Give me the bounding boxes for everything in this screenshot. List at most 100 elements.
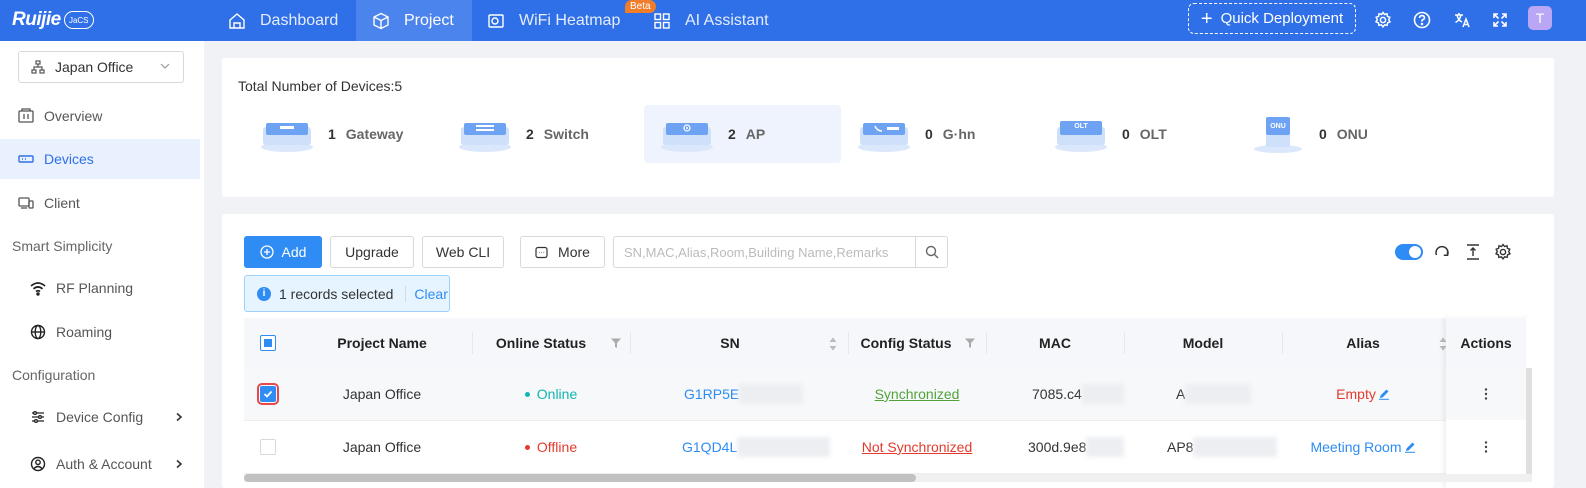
- project-name-cell: Japan Office: [342, 386, 422, 402]
- table-header: Project Name Online Status SN Config Sta…: [244, 318, 1532, 368]
- refresh-icon[interactable]: [1432, 242, 1452, 262]
- ap-device-icon: [661, 123, 713, 152]
- onu-device-icon: ONU: [1254, 117, 1302, 153]
- overview-icon: [16, 106, 36, 126]
- sidebar-item-rf-planning[interactable]: RF Planning: [0, 268, 200, 308]
- sidebar-item-device-config[interactable]: Device Config: [0, 397, 200, 437]
- select-all-checkbox[interactable]: [260, 335, 276, 351]
- column-model[interactable]: Model: [1124, 318, 1282, 368]
- ruijie-logo[interactable]: Ruijie JaCS: [12, 6, 112, 34]
- device-type-gateway[interactable]: 1 Gateway: [258, 105, 438, 163]
- sn-link[interactable]: G1QD4L: [682, 439, 737, 455]
- grid-icon: [654, 12, 670, 29]
- search-icon[interactable]: [915, 237, 947, 267]
- filter-icon[interactable]: [610, 337, 622, 349]
- mac-cell: 7085.c4: [986, 368, 1124, 420]
- export-icon[interactable]: [1463, 242, 1483, 262]
- user-avatar[interactable]: T: [1528, 6, 1552, 30]
- sidebar-item-devices[interactable]: Devices: [0, 139, 200, 179]
- sn-cell: G1QD4L: [630, 421, 830, 473]
- sidebar-item-auth-account[interactable]: Auth & Account: [0, 444, 200, 484]
- top-navigation-bar: Ruijie JaCS Dashboard Project WiFi Heatm…: [0, 0, 1586, 41]
- table-row[interactable]: Japan Office Offline G1QD4L Not Synchron…: [244, 421, 1532, 474]
- fullscreen-icon[interactable]: [1488, 8, 1512, 32]
- column-config-status[interactable]: Config Status: [848, 318, 964, 368]
- nav-dashboard[interactable]: Dashboard: [228, 0, 352, 41]
- column-mac[interactable]: MAC: [986, 318, 1124, 368]
- horizontal-scrollbar-thumb[interactable]: [244, 474, 916, 482]
- search-box: SN,MAC,Alias,Room,Building Name,Remarks: [613, 236, 948, 268]
- config-status-link[interactable]: Not Synchronized: [862, 439, 973, 455]
- column-actions: Actions: [1446, 318, 1526, 368]
- column-project-name[interactable]: Project Name: [292, 318, 472, 368]
- sidebar-item-client[interactable]: Client: [0, 183, 200, 223]
- search-input[interactable]: SN,MAC,Alias,Room,Building Name,Remarks: [614, 245, 915, 260]
- edit-pencil-icon[interactable]: [1404, 441, 1416, 453]
- redacted-mask: [739, 384, 804, 404]
- device-list-card: Add Upgrade Web CLI More SN,MAC,Alias,Ro…: [222, 214, 1554, 488]
- settings-icon[interactable]: [1371, 8, 1395, 32]
- more-button[interactable]: More: [520, 236, 605, 268]
- device-type-olt[interactable]: OLT 0 OLT: [1052, 105, 1232, 163]
- nav-ai-assistant[interactable]: AI Assistant: [653, 0, 783, 41]
- upgrade-button[interactable]: Upgrade: [330, 236, 414, 268]
- jacs-cloud-logo: JaCS: [63, 11, 94, 29]
- device-type-switch[interactable]: 2 Switch: [456, 105, 636, 163]
- site-name: Japan Office: [55, 59, 134, 75]
- plus-icon: +: [1200, 7, 1213, 30]
- column-alias[interactable]: Alias: [1282, 318, 1444, 368]
- device-summary-card: Total Number of Devices:5 1 Gateway 2 Sw…: [222, 58, 1554, 197]
- alias-cell: Meeting Room: [1282, 421, 1444, 473]
- redacted-mask: [1081, 384, 1124, 404]
- info-icon: i: [257, 286, 271, 301]
- chevron-right-icon: [176, 412, 183, 422]
- vertical-scrollbar[interactable]: [1526, 368, 1532, 474]
- more-vertical-icon: [1484, 441, 1488, 453]
- sort-icon[interactable]: [828, 336, 838, 352]
- config-status-link[interactable]: Synchronized: [875, 386, 960, 402]
- sliders-icon: [28, 407, 48, 427]
- quick-deployment-button[interactable]: + Quick Deployment: [1188, 3, 1356, 34]
- translate-icon[interactable]: [1450, 8, 1474, 32]
- sidebar-item-overview[interactable]: Overview: [0, 96, 200, 136]
- redacted-mask: [1086, 437, 1124, 457]
- sidebar-group-smart-simplicity: Smart Simplicity: [12, 238, 113, 254]
- row-actions-menu[interactable]: [1446, 421, 1526, 473]
- wifi-icon: [28, 278, 48, 298]
- row-actions-menu[interactable]: [1446, 368, 1526, 420]
- alias-cell: Empty: [1282, 368, 1444, 420]
- device-table: Project Name Online Status SN Config Sta…: [244, 318, 1532, 488]
- plus-circle-icon: [259, 245, 274, 259]
- actions-column: Actions: [1446, 318, 1532, 488]
- nav-wifi-heatmap[interactable]: WiFi Heatmap: [487, 0, 627, 41]
- sidebar-item-roaming[interactable]: Roaming: [0, 312, 200, 352]
- add-button[interactable]: Add: [244, 236, 322, 268]
- web-cli-button[interactable]: Web CLI: [422, 236, 504, 268]
- svg-text:ONU: ONU: [1270, 123, 1286, 130]
- horizontal-scrollbar[interactable]: [244, 474, 1532, 482]
- heatmap-icon: [488, 13, 504, 28]
- edit-pencil-icon[interactable]: [1378, 388, 1390, 400]
- help-icon[interactable]: [1410, 8, 1434, 32]
- network-icon: [31, 60, 45, 74]
- user-circle-icon: [28, 454, 48, 474]
- column-online-status[interactable]: Online Status: [472, 318, 610, 368]
- sn-link[interactable]: G1RP5E: [684, 386, 739, 402]
- select-all-cell: [244, 318, 292, 368]
- column-settings-icon[interactable]: [1493, 242, 1513, 262]
- device-type-ap[interactable]: 2 AP: [644, 105, 841, 163]
- online-status-cell: Offline: [472, 421, 630, 473]
- view-toggle-switch[interactable]: [1395, 244, 1423, 260]
- row-checkbox[interactable]: [260, 439, 276, 455]
- row-checkbox[interactable]: [257, 383, 279, 405]
- device-type-ghn[interactable]: 0 G·hn: [855, 105, 1035, 163]
- filter-icon[interactable]: [964, 337, 976, 349]
- column-sn[interactable]: SN: [630, 318, 830, 368]
- site-selector[interactable]: Japan Office: [18, 51, 184, 83]
- device-type-onu[interactable]: ONU 0 ONU: [1249, 105, 1429, 163]
- nav-project[interactable]: Project: [356, 0, 472, 41]
- total-devices-label: Total Number of Devices:5: [238, 78, 403, 94]
- config-status-cell: Synchronized: [848, 368, 986, 420]
- clear-selection-link[interactable]: Clear: [414, 286, 447, 302]
- table-row[interactable]: Japan Office Online G1RP5E Synchronized …: [244, 368, 1532, 421]
